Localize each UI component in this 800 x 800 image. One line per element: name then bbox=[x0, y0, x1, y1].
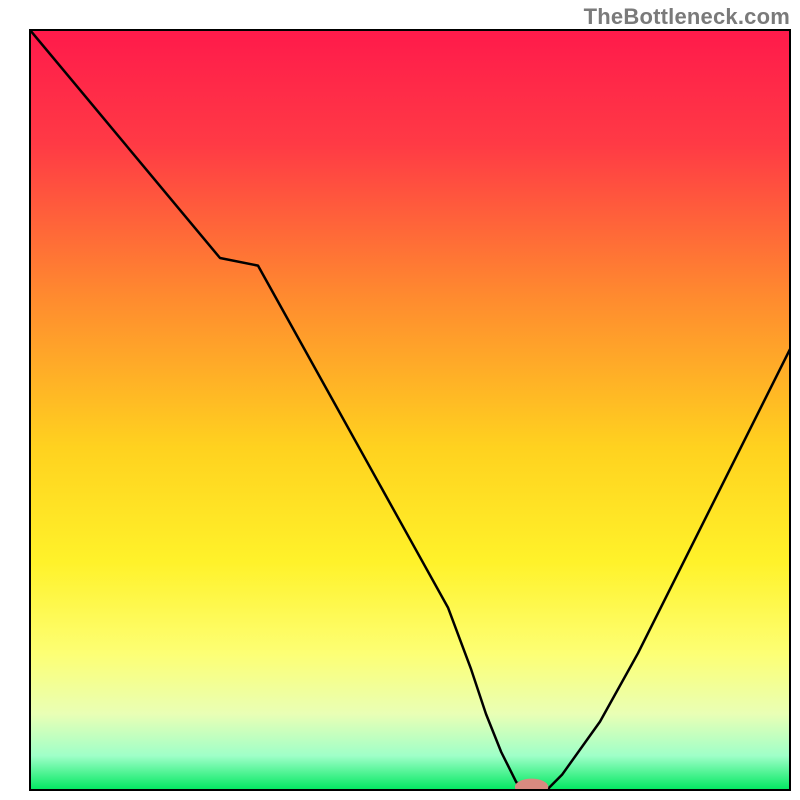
chart-stage: TheBottleneck.com bbox=[0, 0, 800, 800]
bottleneck-chart bbox=[0, 0, 800, 800]
gradient-background bbox=[30, 30, 790, 790]
optimum-marker bbox=[515, 779, 548, 796]
plot-area bbox=[30, 30, 790, 795]
